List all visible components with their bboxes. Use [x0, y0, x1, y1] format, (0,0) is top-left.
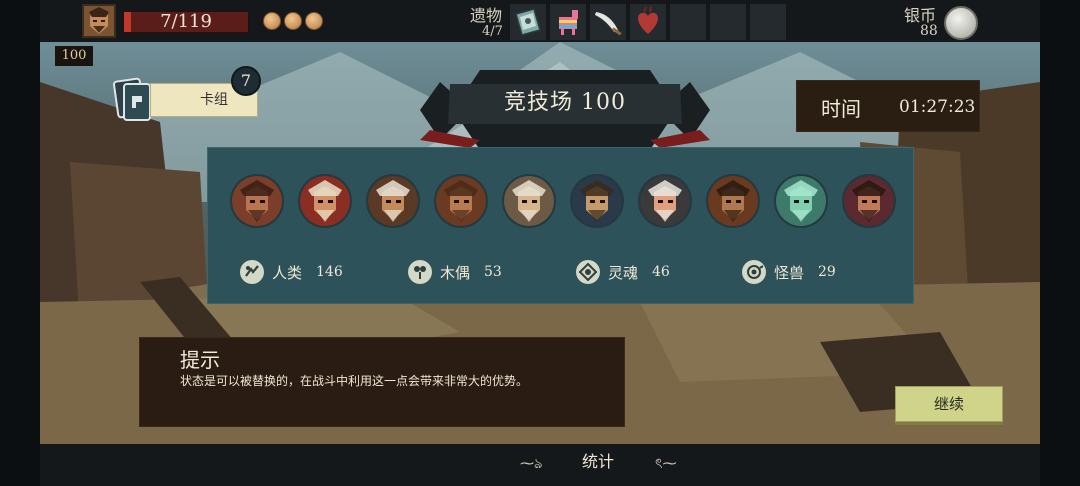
- hero-avatar-icon: [84, 6, 114, 36]
- enemy-portraits: [230, 174, 896, 228]
- enemy-portrait-bearded-buccaneer[interactable]: [366, 174, 420, 228]
- arena-title: 竞技场 100: [460, 84, 670, 116]
- relic-slot[interactable]: [550, 4, 586, 40]
- puppet-icon: [408, 260, 432, 284]
- human-icon: [240, 260, 264, 284]
- level-badge: 100: [55, 46, 93, 66]
- enemy-portrait-hat-captain[interactable]: [638, 174, 692, 228]
- left-screen-edge: [0, 0, 40, 486]
- deck-count-badge: 7: [231, 66, 261, 96]
- stat-label: 木偶: [440, 263, 471, 282]
- timer-value: 01:27:23: [899, 97, 976, 117]
- stat-value: 146: [316, 264, 343, 280]
- enemy-portrait-eyepatch-pirate[interactable]: [230, 174, 284, 228]
- stat-human: 人类 146: [240, 260, 343, 284]
- enemy-portrait-tricorn-pirate[interactable]: [434, 174, 488, 228]
- relics-label: 遗物: [470, 6, 503, 25]
- health-bar: 7/119: [123, 11, 249, 33]
- stat-spirit: 灵魂 46: [576, 260, 670, 284]
- gold-coin-icon: [305, 12, 323, 30]
- spirit-icon: [576, 260, 600, 284]
- stat-puppet: 木偶 53: [408, 260, 502, 284]
- gold-coin-icon: [284, 12, 302, 30]
- top-hud: 7/119 遗物 4/7 银币 88: [40, 0, 1040, 42]
- enemy-portrait-feathered-captain[interactable]: [298, 174, 352, 228]
- tip-title: 提示: [180, 348, 220, 372]
- silver-value: 88: [920, 23, 938, 39]
- flourish-right-icon: ৎ⁓: [655, 456, 677, 472]
- bottom-bar: ⁓ঌ 统计 ৎ⁓: [40, 444, 1040, 486]
- arena-title-text: 竞技场: [503, 90, 573, 115]
- cutlass-icon: [595, 12, 622, 36]
- stat-value: 29: [818, 264, 836, 280]
- relic-slots: [510, 4, 786, 40]
- empty-relic-slot: [710, 4, 746, 40]
- empty-relic-slot: [750, 4, 786, 40]
- continue-button[interactable]: 继续: [895, 386, 1003, 422]
- pinata-icon: [559, 10, 578, 35]
- relic-slot[interactable]: [630, 4, 666, 40]
- stat-label: 灵魂: [608, 263, 639, 282]
- enemy-portrait-masked-bandit[interactable]: [706, 174, 760, 228]
- hero-portrait[interactable]: [82, 4, 116, 38]
- stat-label: 人类: [272, 263, 303, 282]
- stat-label: 怪兽: [774, 263, 805, 282]
- health-text: 7/119: [160, 11, 212, 32]
- beast-icon: [742, 260, 766, 284]
- enemy-portrait-horned-woman[interactable]: [842, 174, 896, 228]
- empty-relic-slot: [670, 4, 706, 40]
- gold-coins: [263, 12, 323, 30]
- timer-label: 时间: [821, 97, 861, 121]
- right-screen-edge: [1040, 0, 1080, 486]
- enemy-portrait-horned-elder[interactable]: [502, 174, 556, 228]
- gold-coin-icon: [263, 12, 281, 30]
- timer-box: 时间 01:27:23: [796, 80, 980, 132]
- stat-value: 53: [484, 264, 502, 280]
- arena-level: 100: [581, 90, 626, 115]
- relics-count: 4/7: [482, 24, 503, 39]
- flourish-left-icon: ⁓ঌ: [520, 456, 543, 472]
- silver-coin-icon: [944, 6, 978, 40]
- tip-body: 状态是可以被替换的，在战斗中利用这一点会带来非常大的优势。: [180, 374, 529, 388]
- stat-beast: 怪兽 29: [742, 260, 836, 284]
- enemy-portrait-long-haired-pirate[interactable]: [570, 174, 624, 228]
- tip-box: 提示 状态是可以被替换的，在战斗中利用这一点会带来非常大的优势。: [139, 337, 625, 427]
- statistics-label: 统计: [582, 452, 615, 471]
- book-icon: [515, 8, 541, 36]
- arena-enemy-panel: 人类 146 木偶 53 灵魂 46 怪兽 29: [207, 147, 914, 304]
- relic-slot[interactable]: [510, 4, 546, 40]
- statistics-button[interactable]: ⁓ঌ 统计 ৎ⁓: [510, 444, 700, 474]
- relic-slot[interactable]: [590, 4, 626, 40]
- enemy-portrait-ghost-spirit[interactable]: [774, 174, 828, 228]
- heart-icon: [638, 6, 658, 34]
- stat-value: 46: [652, 264, 670, 280]
- tribe-stats: 人类 146 木偶 53 灵魂 46 怪兽 29: [240, 260, 900, 284]
